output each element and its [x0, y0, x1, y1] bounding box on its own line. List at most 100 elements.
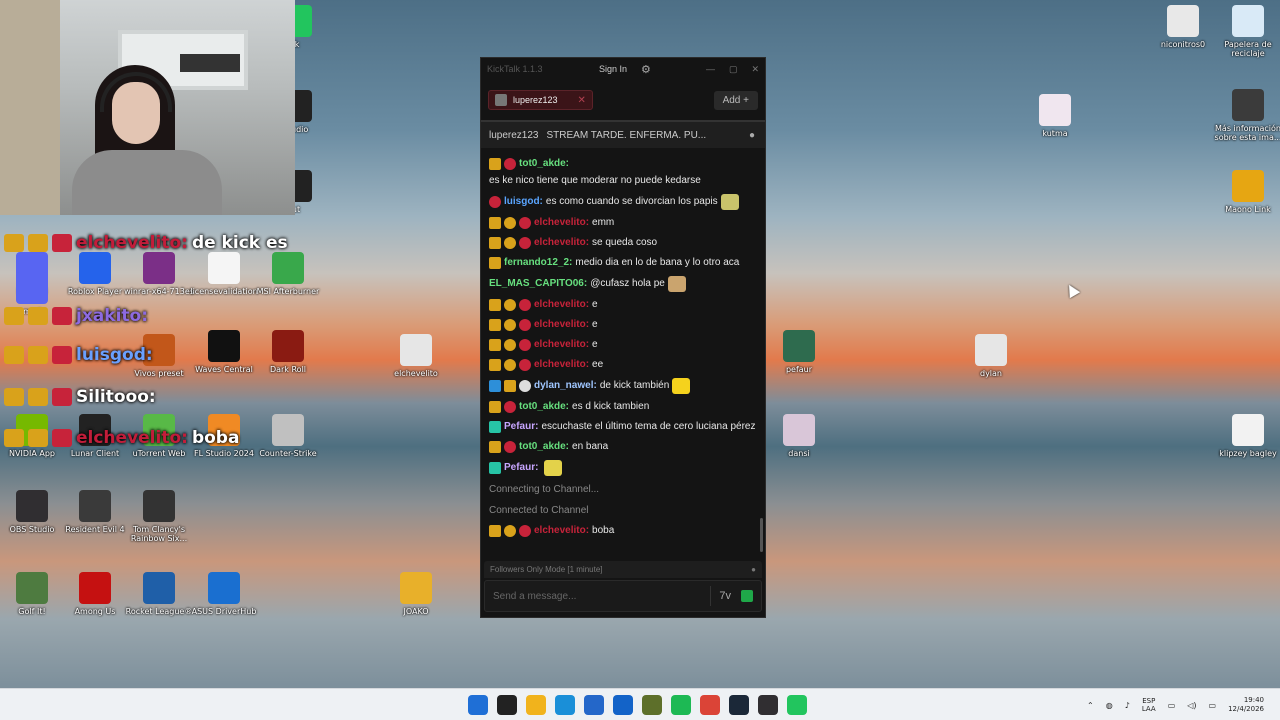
close-tab-icon[interactable]: ✕ — [578, 95, 586, 106]
store-icon[interactable] — [584, 695, 604, 715]
chat-text: e — [592, 319, 598, 330]
desktop-icon[interactable]: dylan — [955, 334, 1027, 378]
desktop-icon[interactable]: pefaur — [763, 330, 835, 374]
desktop-icon[interactable]: Tom Clancy's Rainbow Six... — [123, 490, 195, 543]
desktop-icon[interactable]: Dark Roll — [252, 330, 324, 374]
emote-icon — [667, 276, 686, 292]
sign-in-button[interactable]: Sign In — [599, 64, 627, 74]
chat-username[interactable]: luisgod: — [504, 195, 543, 209]
terminal-icon[interactable] — [642, 695, 662, 715]
chat-username[interactable]: tot0_akde: — [519, 400, 569, 414]
desktop-icon[interactable]: Golf It! — [0, 572, 68, 616]
chat-message[interactable]: tot0_akde: es d kick tambien — [489, 397, 757, 417]
desktop-icon[interactable]: Waves Central — [188, 330, 260, 374]
chat-message[interactable]: fernando12_2: medio dia en lo de bana y l… — [489, 253, 757, 273]
battery-icon[interactable]: ▭ — [1209, 701, 1217, 710]
clock[interactable]: 19:40 12/4/2026 — [1228, 696, 1264, 714]
chat-username[interactable]: elchevelito: — [534, 318, 589, 332]
chat-username[interactable]: Pefaur: — [504, 420, 538, 434]
chat-username[interactable]: elchevelito: — [534, 358, 589, 372]
volume-icon[interactable]: ◁) — [1187, 701, 1196, 710]
add-channel-button[interactable]: Add + — [713, 90, 758, 110]
maximize-icon[interactable]: ▢ — [729, 64, 738, 75]
chat-message[interactable]: dylan_nawel: de kick también — [489, 375, 757, 397]
chat-message[interactable]: elchevelito: boba — [489, 521, 757, 541]
tab-channel[interactable]: luperez123 ✕ — [488, 90, 593, 110]
desktop-icon[interactable]: Resident Evil 4 — [59, 490, 131, 534]
desktop-icon[interactable]: kutma — [1019, 94, 1091, 138]
badge-icon — [28, 307, 48, 325]
desktop-icon[interactable]: Roblox Player — [59, 252, 131, 296]
desktop-icon[interactable]: OBS Studio — [0, 490, 68, 534]
chat-message[interactable]: Pefaur: escuchaste el último tema de cero… — [489, 417, 757, 437]
chat-username[interactable]: elchevelito: — [534, 524, 589, 538]
spotify-icon[interactable] — [671, 695, 691, 715]
desktop-icon[interactable]: ASUS DriverHub — [188, 572, 260, 616]
file-explorer-icon[interactable] — [526, 695, 546, 715]
red-badge-icon — [504, 401, 516, 413]
network-icon[interactable]: ◍ — [1106, 701, 1113, 710]
minimize-icon[interactable]: — — [706, 64, 715, 75]
desktop-icon[interactable]: niconitros0 — [1147, 5, 1219, 49]
obs-icon[interactable] — [758, 695, 778, 715]
desktop-icon-label: Among Us — [74, 607, 116, 616]
chat-scrollbar[interactable] — [760, 518, 763, 552]
chat-message[interactable]: elchevelito: e — [489, 335, 757, 355]
desktop-icon[interactable]: Más información sobre esta ima... — [1212, 89, 1280, 142]
kick-emote-icon[interactable] — [741, 590, 753, 602]
app-icon — [400, 572, 432, 604]
user-icon[interactable]: ● — [749, 130, 755, 141]
chrome-icon[interactable] — [700, 695, 720, 715]
display-icon[interactable]: ▭ — [1168, 701, 1176, 710]
steam-icon[interactable] — [729, 695, 749, 715]
chat-message[interactable]: elchevelito: e — [489, 295, 757, 315]
gear-icon[interactable]: ⚙ — [641, 63, 651, 76]
desktop-icon[interactable]: JOAKO — [380, 572, 452, 616]
outlook-icon[interactable] — [613, 695, 633, 715]
desktop-icon[interactable]: licensevalidation — [188, 252, 260, 296]
desktop-icon[interactable]: Maono Link — [1212, 170, 1280, 214]
desktop-icon[interactable]: dansi — [763, 414, 835, 458]
chat-username[interactable]: EL_MAS_CAPITO06: — [489, 277, 587, 291]
desktop-icon[interactable]: winrar-x64-713es — [123, 252, 195, 296]
chat-username[interactable]: elchevelito: — [534, 216, 589, 230]
chat-username[interactable]: elchevelito: — [534, 338, 589, 352]
message-input[interactable] — [493, 590, 703, 602]
red-badge-icon — [519, 237, 531, 249]
info-icon[interactable]: ● — [751, 565, 756, 574]
chat-message[interactable]: tot0_akde: es ke nico tiene que moderar n… — [489, 154, 757, 191]
start-icon[interactable] — [468, 695, 488, 715]
microphone-icon[interactable]: ♪ — [1125, 701, 1130, 710]
chat-message[interactable]: Pefaur: — [489, 457, 757, 479]
desktop-icon[interactable]: Counter-Strike — [252, 414, 324, 458]
search-icon[interactable] — [497, 695, 517, 715]
chat-message[interactable]: elchevelito: e — [489, 315, 757, 335]
desktop-icon[interactable]: elchevelito — [380, 334, 452, 378]
chat-message[interactable]: elchevelito: emm — [489, 213, 757, 233]
kick-icon[interactable] — [787, 695, 807, 715]
chat-username[interactable]: Pefaur: — [504, 461, 538, 475]
emote-picker-icon[interactable]: 7v — [719, 590, 731, 602]
chevron-up-icon[interactable]: ⌃ — [1087, 701, 1094, 710]
desktop-icon[interactable]: Rocket League® — [123, 572, 195, 616]
chat-username[interactable]: tot0_akde: — [519, 157, 569, 171]
app-icon — [208, 252, 240, 284]
chat-username[interactable]: dylan_nawel: — [534, 379, 597, 393]
chat-message[interactable]: tot0_akde: en bana — [489, 437, 757, 457]
chat-message[interactable]: EL_MAS_CAPITO06: @cufasz hola pe — [489, 273, 757, 295]
desktop-icon[interactable]: MSI Afterburner — [252, 252, 324, 296]
chat-username[interactable]: elchevelito: — [534, 236, 589, 250]
chat-message[interactable]: luisgod: es como cuando se divorcian los … — [489, 191, 757, 213]
chat-username[interactable]: elchevelito: — [534, 298, 589, 312]
chat-message[interactable]: elchevelito: ee — [489, 355, 757, 375]
desktop-icon[interactable]: Papelera de reciclaje — [1212, 5, 1280, 58]
desktop-icon[interactable]: Among Us — [59, 572, 131, 616]
language-indicator[interactable]: ESP LAA — [1142, 697, 1156, 714]
chat-username[interactable]: fernando12_2: — [504, 256, 572, 270]
desktop-icon-label: MSI Afterburner — [256, 287, 320, 296]
edge-icon[interactable] — [555, 695, 575, 715]
chat-username[interactable]: tot0_akde: — [519, 440, 569, 454]
chat-message[interactable]: elchevelito: se queda coso — [489, 233, 757, 253]
close-icon[interactable]: ✕ — [751, 64, 759, 75]
desktop-icon[interactable]: klipzey bagley — [1212, 414, 1280, 458]
